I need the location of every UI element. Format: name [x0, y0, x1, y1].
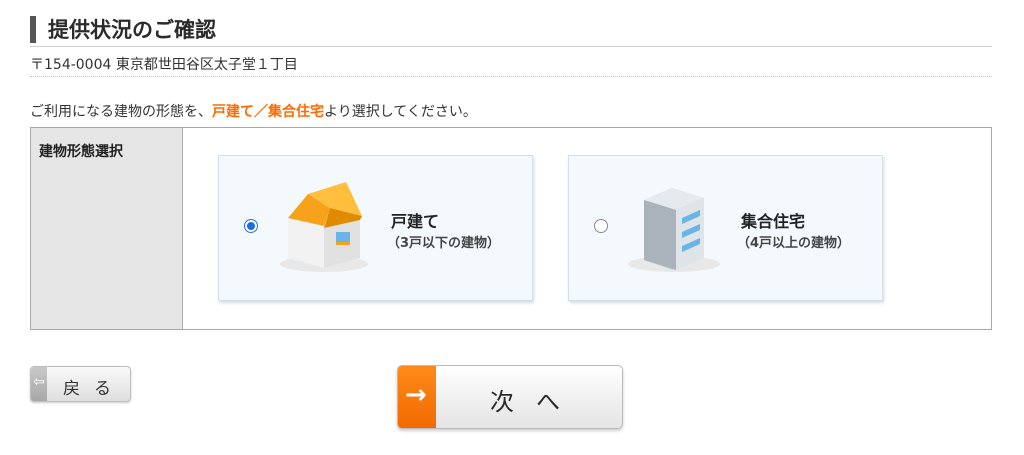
option-title-apartment: 集合住宅: [741, 212, 806, 231]
back-arrow-box: ⇦: [31, 367, 47, 401]
radio-apartment[interactable]: [594, 219, 608, 233]
page-heading: 提供状況のご確認: [30, 10, 992, 47]
option-subtitle-apartment: （4戸以上の建物）: [737, 236, 851, 251]
apartment-building-icon: [628, 188, 720, 272]
address-text: 〒154-0004 東京都世田谷区太子堂１丁目: [30, 54, 992, 77]
back-button[interactable]: ⇦ 戻る: [30, 366, 131, 402]
option-detached-house[interactable]: 戸建て （3戸以下の建物）: [218, 155, 533, 301]
instruction-before: ご利用になる建物の形態を、: [30, 104, 212, 120]
building-type-label-cell: 建物形態選択: [31, 128, 183, 329]
instruction-highlight: 戸建て／集合住宅: [212, 104, 324, 120]
arrow-right-icon: →: [405, 380, 427, 410]
heading-bar: [30, 16, 36, 43]
radio-detached-house[interactable]: [244, 219, 258, 233]
instruction-text: ご利用になる建物の形態を、戸建て／集合住宅より選択してください。: [30, 101, 477, 121]
option-title-detached: 戸建て: [391, 212, 440, 231]
option-apartment[interactable]: 集合住宅 （4戸以上の建物）: [568, 155, 883, 301]
next-arrow-box: →: [398, 366, 436, 428]
chevron-left-icon: ⇦: [33, 374, 45, 390]
building-type-label: 建物形態選択: [39, 144, 123, 160]
option-subtitle-detached: （3戸以下の建物）: [387, 236, 501, 251]
house-icon: [280, 182, 368, 272]
building-type-table: 建物形態選択 戸建て （3戸以下の建物） 集合住宅 （4戸以上の建物）: [30, 127, 992, 330]
instruction-after: より選択してください。: [324, 104, 477, 120]
back-button-label: 戻る: [63, 379, 125, 399]
next-button[interactable]: → 次へ: [397, 365, 623, 429]
page-title: 提供状況のご確認: [48, 18, 216, 42]
next-button-label: 次へ: [490, 388, 582, 416]
